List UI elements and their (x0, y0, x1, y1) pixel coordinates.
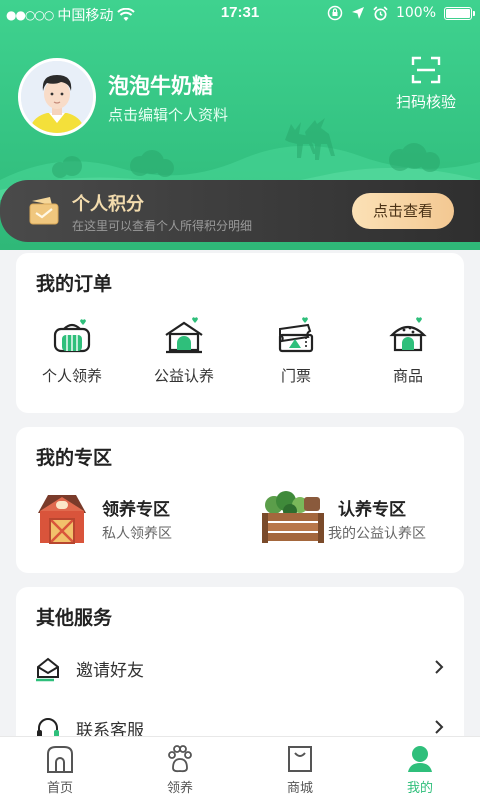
invite-envelope-icon (36, 657, 59, 682)
product-house-icon (389, 317, 427, 352)
alarm-icon (373, 5, 388, 20)
status-bar: ●●○○○ 中国移动 17:31 100% (0, 0, 480, 28)
points-subtitle: 在这里可以查看个人所得积分明细 (72, 219, 253, 233)
zone-title: 我的专区 (36, 447, 113, 469)
services-title: 其他服务 (36, 607, 113, 629)
tab-store[interactable]: 商城 (240, 737, 360, 800)
adoption-zone-title: 领养专区 (102, 500, 170, 520)
rotation-lock-icon (327, 5, 343, 21)
sponsorship-zone-subtitle: 我的公益认养区 (328, 526, 426, 542)
points-wallet-icon (29, 197, 59, 225)
pet-carrier-icon (53, 319, 91, 353)
orders-title: 我的订单 (36, 273, 113, 295)
my-orders-card: 我的订单 个人领养 公益认养 门票 商品 (16, 253, 464, 413)
scan-verify-button[interactable]: 扫码核验 (384, 55, 468, 119)
tab-adopt-label: 领养 (166, 781, 193, 796)
bottom-tab-bar: 首页 领养 商城 我的 (0, 736, 480, 800)
order-tickets[interactable]: 门票 (240, 315, 352, 386)
barn-icon (38, 495, 86, 544)
tab-home[interactable]: 首页 (0, 737, 120, 800)
user-icon (408, 746, 432, 772)
username[interactable]: 泡泡牛奶糖 (108, 70, 213, 100)
invite-friends-label: 邀请好友 (76, 661, 144, 681)
edit-profile-link[interactable]: 点击编辑个人资料 (108, 104, 228, 125)
paw-icon (168, 745, 192, 773)
order-personal-adoption[interactable]: 个人领养 (16, 315, 128, 386)
tab-mine-label: 我的 (406, 781, 433, 796)
adoption-zone-subtitle: 私人领养区 (102, 526, 172, 542)
battery-percent: 100% (395, 5, 436, 21)
battery-icon (444, 6, 475, 20)
tab-home-label: 首页 (46, 781, 73, 796)
location-arrow-icon (351, 7, 364, 19)
ticket-icon (278, 317, 314, 353)
view-points-button[interactable]: 点击查看 (352, 193, 454, 229)
order-item-label: 个人领养 (41, 367, 102, 385)
avatar-illustration (21, 61, 93, 133)
sponsorship-zone-item[interactable]: 认养专区 我的公益认养区 (260, 489, 470, 549)
tab-adopt[interactable]: 领养 (120, 737, 240, 800)
kennel-icon (165, 317, 203, 354)
scan-verify-label: 扫码核验 (395, 93, 456, 111)
home-icon (47, 746, 73, 773)
sponsorship-zone-title: 认养专区 (338, 500, 406, 520)
order-products[interactable]: 商品 (352, 315, 464, 386)
my-zone-card: 我的专区 领养专区 私人领养区 认养专区 我的公益认养区 (16, 427, 464, 573)
order-item-label: 商品 (392, 367, 423, 385)
chevron-right-icon (435, 720, 444, 734)
shopping-bag-icon (288, 746, 312, 772)
crate-icon (262, 491, 324, 543)
points-title: 个人积分 (72, 194, 144, 215)
chevron-right-icon (435, 660, 444, 674)
points-banner: 个人积分 在这里可以查看个人所得积分明细 点击查看 (0, 180, 480, 242)
order-item-label: 公益认养 (153, 367, 214, 385)
scan-icon (411, 56, 441, 84)
avatar[interactable] (18, 58, 96, 136)
adoption-zone-item[interactable]: 领养专区 私人领养区 (34, 489, 244, 549)
invite-friends-row[interactable]: 邀请好友 (16, 639, 464, 699)
order-item-label: 门票 (280, 367, 311, 385)
tab-mine[interactable]: 我的 (360, 737, 480, 800)
order-public-adoption[interactable]: 公益认养 (128, 315, 240, 386)
tab-store-label: 商城 (286, 781, 313, 796)
